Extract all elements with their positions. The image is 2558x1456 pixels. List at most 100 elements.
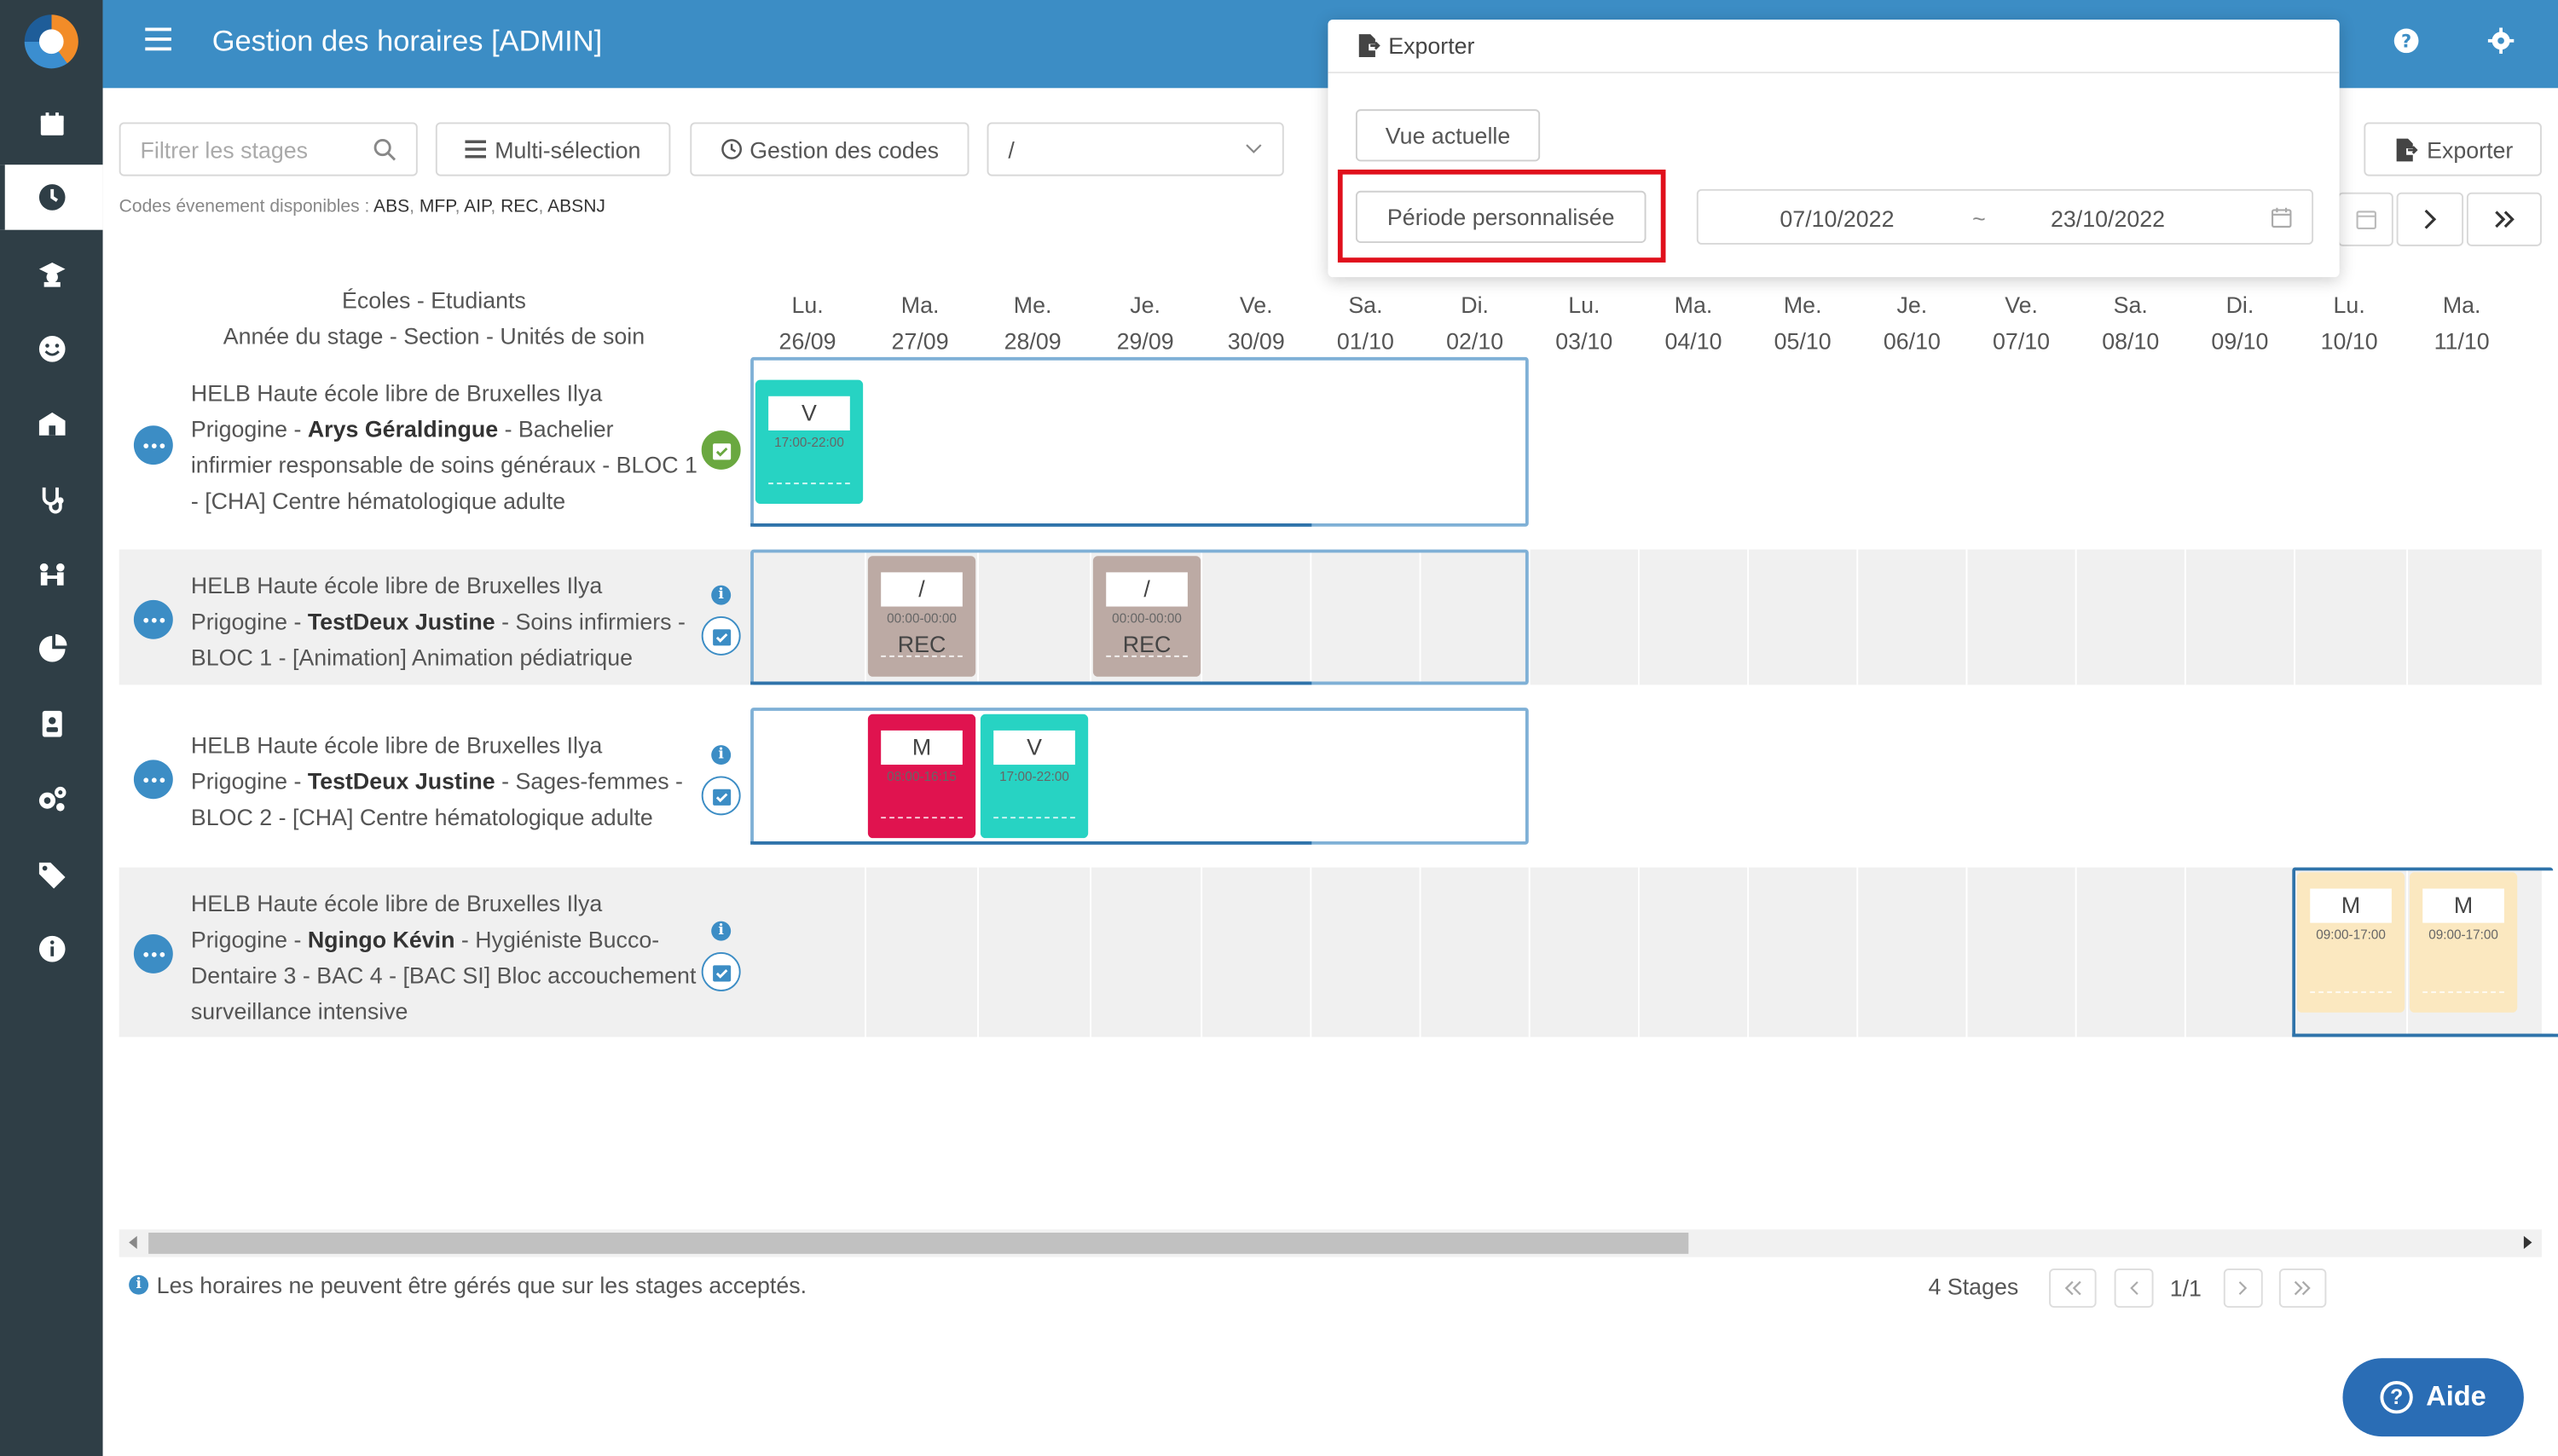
sidebar <box>0 0 103 1456</box>
filter-placeholder: Filtrer les stages <box>140 136 309 163</box>
calendar-check-icon[interactable] <box>701 430 741 470</box>
row-student: Arys Géraldingue <box>307 415 499 442</box>
help-circle-icon[interactable]: ? <box>2393 28 2420 55</box>
id-card-icon[interactable] <box>0 691 103 757</box>
shift-block[interactable]: / 00:00-00:00 REC <box>867 556 976 677</box>
day-name: Di. <box>2225 292 2254 318</box>
shift-block[interactable]: M 09:00-17:00 <box>2296 872 2405 1013</box>
next-page-button[interactable] <box>2223 1268 2263 1308</box>
date-picker-button[interactable] <box>2337 192 2393 246</box>
grid-line <box>1637 549 1640 685</box>
graduate-icon[interactable] <box>0 241 103 307</box>
grid-line <box>1090 867 1091 1037</box>
export-panel-header: Exporter <box>1328 20 2340 74</box>
shift-dashed-line <box>1106 655 1188 657</box>
settings-gear-icon[interactable] <box>2487 27 2515 55</box>
codes-hint-label: Codes évenement disponibles : <box>119 197 370 217</box>
stethoscope-icon[interactable] <box>0 466 103 532</box>
day-date: 11/10 <box>2434 327 2490 355</box>
shift-block[interactable]: V 17:00-22:00 <box>980 714 1089 839</box>
grid-line <box>1965 549 1968 685</box>
day-date: 27/09 <box>891 327 949 355</box>
calendar-check-icon[interactable] <box>701 776 741 816</box>
scroll-left-icon[interactable] <box>129 1235 137 1250</box>
first-page-button[interactable] <box>2049 1268 2097 1308</box>
info-icon[interactable]: i <box>711 745 732 766</box>
day-name: Sa. <box>2113 292 2148 318</box>
shift-block[interactable]: V 17:00-22:00 <box>755 379 864 505</box>
info-icon[interactable] <box>0 916 103 982</box>
row-actions-button[interactable] <box>133 425 173 465</box>
grid-line <box>865 867 866 1037</box>
day-header: Ma. 04/10 <box>1638 287 1749 359</box>
gears-icon[interactable] <box>0 766 103 832</box>
scroll-thumb[interactable] <box>148 1233 1689 1254</box>
shift-block[interactable]: / 00:00-00:00 REC <box>1092 556 1201 677</box>
calendar-check-icon[interactable] <box>701 616 741 656</box>
smiley-icon[interactable] <box>0 316 103 382</box>
date-range-picker[interactable]: 07/10/2022 ~ 23/10/2022 <box>1696 188 2314 245</box>
shift-dashed-line <box>881 817 963 819</box>
grid-line <box>1965 867 1968 1037</box>
date-separator: ~ <box>1972 205 1986 232</box>
shift-block[interactable]: M 08:00-16:15 <box>867 714 976 839</box>
day-name: Di. <box>1461 292 1490 318</box>
custom-period-button[interactable]: Période personnalisée <box>1355 190 1646 243</box>
day-date: 08/10 <box>2102 327 2160 355</box>
scroll-right-icon[interactable] <box>2523 1235 2532 1250</box>
shift-time: 00:00-00:00 <box>887 611 957 627</box>
app-logo[interactable] <box>24 14 78 69</box>
prev-page-button[interactable] <box>2114 1268 2154 1308</box>
code-management-label: Gestion des codes <box>749 136 940 163</box>
day-name: Lu. <box>791 292 824 318</box>
shift-time: 09:00-17:00 <box>2316 927 2386 943</box>
pie-chart-icon[interactable] <box>0 616 103 682</box>
day-name: Ma. <box>2442 292 2481 318</box>
shift-block[interactable]: M 09:00-17:00 <box>2409 872 2518 1013</box>
current-view-button[interactable]: Vue actuelle <box>1355 109 1541 162</box>
info-icon[interactable]: i <box>711 921 732 941</box>
date-to[interactable]: 23/10/2022 <box>2051 205 2165 232</box>
row-actions-button[interactable] <box>133 760 173 800</box>
grid-line <box>1419 867 1421 1037</box>
footer-note: i Les horaires ne peuvent être gérés que… <box>129 1272 807 1298</box>
menu-icon[interactable] <box>145 27 171 51</box>
code-management-button[interactable]: Gestion des codes <box>690 122 969 176</box>
export-button[interactable]: Exporter <box>2364 122 2542 176</box>
calendar-icon[interactable] <box>0 91 103 157</box>
shift-code: V <box>993 730 1075 766</box>
date-from[interactable]: 07/10/2022 <box>1780 205 1894 232</box>
day-date: 03/10 <box>1555 327 1613 355</box>
clock-icon[interactable] <box>0 165 103 230</box>
last-button[interactable] <box>2466 192 2542 246</box>
day-name: Ve. <box>1239 292 1273 318</box>
code-select[interactable]: / <box>987 122 1284 176</box>
code-rec: REC <box>501 197 539 217</box>
shift-event-code: REC <box>897 631 946 657</box>
filter-stages-input[interactable]: Filtrer les stages <box>119 122 418 176</box>
day-date: 02/10 <box>1446 327 1504 355</box>
shift-code: M <box>881 730 963 766</box>
calendar-check-icon[interactable] <box>701 952 741 991</box>
row-actions-button[interactable] <box>133 933 173 974</box>
last-page-button[interactable] <box>2278 1268 2327 1308</box>
school-icon[interactable] <box>0 391 103 457</box>
help-button[interactable]: ? Aide <box>2342 1358 2524 1437</box>
shift-code: M <box>2422 888 2504 923</box>
tags-icon[interactable] <box>0 841 103 907</box>
day-name: Sa. <box>1348 292 1383 318</box>
day-date: 28/09 <box>1004 327 1062 355</box>
info-icon[interactable]: i <box>711 585 732 605</box>
multi-selection-button[interactable]: Multi-sélection <box>435 122 671 176</box>
shift-event-code: REC <box>1122 631 1172 657</box>
shift-time: 09:00-17:00 <box>2428 927 2498 943</box>
day-name: Ve. <box>2005 292 2038 318</box>
next-button[interactable] <box>2396 192 2464 246</box>
row-description: HELB Haute école libre de Bruxelles Ilya… <box>191 568 700 675</box>
horizontal-scrollbar[interactable] <box>119 1229 2542 1257</box>
users-exchange-icon[interactable] <box>0 541 103 607</box>
grid-line <box>2406 549 2409 685</box>
day-name: Me. <box>1013 292 1052 318</box>
day-header: Ma. 27/09 <box>865 287 975 359</box>
row-actions-button[interactable] <box>133 599 173 639</box>
